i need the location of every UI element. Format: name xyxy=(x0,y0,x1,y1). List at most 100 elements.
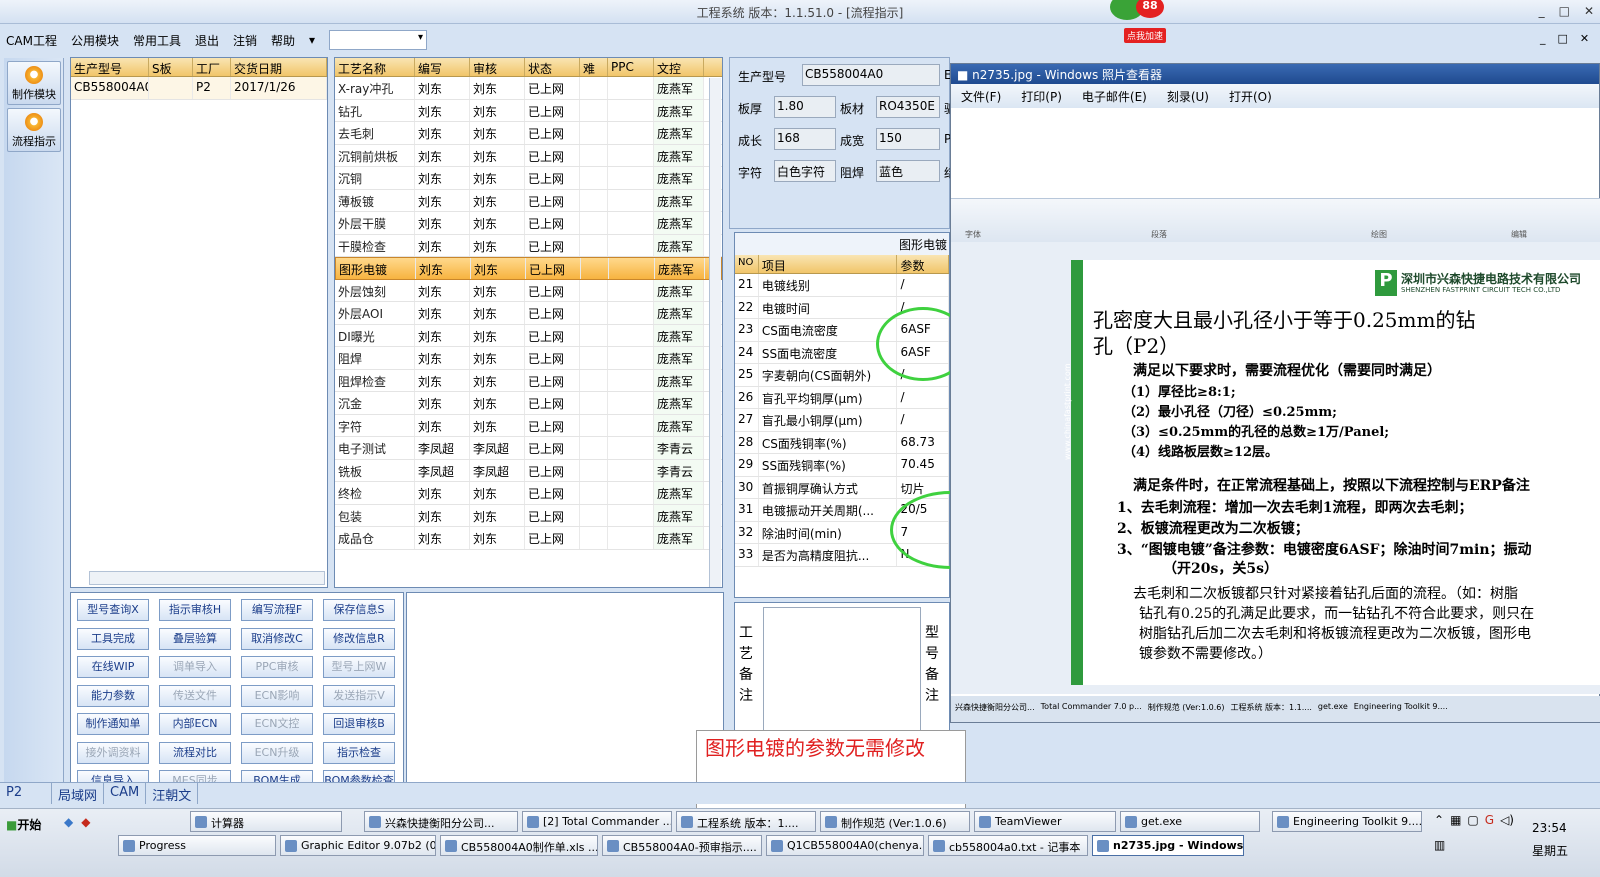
action-button[interactable]: 发送指示V xyxy=(323,684,395,707)
module-flow-button[interactable]: ● 流程指示 xyxy=(7,108,61,152)
module-make-button[interactable]: ● 制作模块 xyxy=(7,61,61,105)
tray-icon[interactable]: ⌃ xyxy=(1434,813,1444,832)
table-row[interactable]: 沉铜 刘东 刘东 已上网 庞燕军 xyxy=(335,167,722,190)
clock-time[interactable]: 23:54 xyxy=(1532,821,1567,835)
minimize-button[interactable]: _ xyxy=(1539,4,1545,18)
col-header[interactable]: 编写 xyxy=(415,58,470,76)
taskbar-button[interactable]: CB558004A0制作单.xls ... xyxy=(440,835,598,856)
taskbar-button[interactable]: TeamViewer xyxy=(974,811,1116,832)
taskbar-button[interactable]: n2735.jpg - Windows ... xyxy=(1092,835,1244,856)
col-header[interactable]: 项目 xyxy=(759,255,898,273)
action-button[interactable]: 调单导入 xyxy=(159,656,231,678)
thickness-field[interactable]: 1.80 xyxy=(774,96,836,118)
col-header[interactable]: NO xyxy=(735,255,759,273)
col-header[interactable]: 参数 xyxy=(897,255,949,273)
table-row[interactable]: 字符 刘东 刘东 已上网 庞燕军 xyxy=(335,414,722,437)
table-row[interactable]: 钻孔 刘东 刘东 已上网 庞燕军 xyxy=(335,99,722,122)
table-row[interactable]: 外层蚀刻 刘东 刘东 已上网 庞燕军 xyxy=(335,279,722,302)
action-button[interactable]: ECN影响 xyxy=(241,684,313,707)
menu-item[interactable]: CAM工程 xyxy=(6,32,57,49)
width-field[interactable]: 150 xyxy=(876,128,940,150)
table-row[interactable]: 沉金 刘东 刘东 已上网 庞燕军 xyxy=(335,392,722,415)
table-row[interactable]: 外层干膜 刘东 刘东 已上网 庞燕军 xyxy=(335,212,722,235)
action-button[interactable]: 能力参数 xyxy=(77,684,149,707)
table-row[interactable]: 薄板镀 刘东 刘东 已上网 庞燕军 xyxy=(335,189,722,212)
taskbar-button[interactable]: Q1CB558004A0(chenya... xyxy=(766,835,924,856)
taskbar-button[interactable]: 制作规范 (Ver:1.0.6) xyxy=(820,811,970,832)
col-header[interactable]: 工艺名称 xyxy=(335,58,415,76)
viewer-menu-item[interactable]: 打开(O) xyxy=(1229,88,1272,104)
table-row[interactable]: 终检 刘东 刘东 已上网 庞燕军 xyxy=(335,482,722,505)
action-button[interactable]: PPC审核 xyxy=(241,656,313,678)
col-header[interactable]: 生产型号 xyxy=(71,58,149,76)
action-button[interactable]: 取消修改C xyxy=(241,627,313,650)
taskbar-button[interactable]: cb558004a0.txt - 记事本 xyxy=(928,835,1088,856)
table-row[interactable]: 30 首振铜厚确认方式 切片 xyxy=(735,476,949,499)
action-button[interactable]: 指示审核H xyxy=(159,599,231,621)
taskbar-button[interactable]: 工程系统 版本：1.... xyxy=(676,811,816,832)
action-button[interactable]: ECN文控 xyxy=(241,713,313,735)
action-button[interactable]: 传送文件 xyxy=(159,684,231,707)
table-row[interactable]: 阻焊 刘东 刘东 已上网 庞燕军 xyxy=(335,347,722,370)
table-row[interactable]: 图形电镀 刘东 刘东 已上网 庞燕军 xyxy=(335,257,722,280)
taskbar-button[interactable]: CB558004A0-预审指示.... xyxy=(602,835,762,856)
table-row[interactable]: X-ray冲孔 刘东 刘东 已上网 庞燕军 xyxy=(335,77,722,100)
col-header[interactable]: 文控 xyxy=(654,58,704,76)
mdi-close-button[interactable]: ✕ xyxy=(1580,32,1589,45)
pdf-icon[interactable]: ◆ xyxy=(81,815,90,835)
table-row[interactable]: 26 盲孔平均铜厚(μm) / xyxy=(735,386,949,409)
app-icon[interactable]: ◆ xyxy=(64,815,73,835)
factory-selector[interactable]: P2 xyxy=(0,783,52,804)
viewer-menu-item[interactable]: 打印(P) xyxy=(1021,88,1062,104)
taskbar-button[interactable]: 兴森快捷衡阳分公司... xyxy=(364,811,518,832)
action-button[interactable]: 工具完成 xyxy=(77,627,149,650)
table-row[interactable]: 铣板 李凤超 李凤超 已上网 李青云 xyxy=(335,459,722,482)
col-header[interactable]: 审核 xyxy=(470,58,525,76)
chevron-down-icon[interactable]: ▾ xyxy=(309,33,315,47)
col-header[interactable]: 工厂 xyxy=(193,58,231,76)
table-row[interactable]: 电子测试 李凤超 李凤超 已上网 李青云 xyxy=(335,437,722,460)
action-button[interactable]: 保存信息S xyxy=(323,599,395,621)
menu-item[interactable]: 注销 xyxy=(233,32,257,49)
vertical-scrollbar[interactable] xyxy=(709,78,721,587)
action-button[interactable]: 制作通知单 xyxy=(77,713,149,735)
soldermask-field[interactable]: 蓝色 xyxy=(876,160,940,182)
toolbar-combo[interactable] xyxy=(329,30,428,50)
tray-icon[interactable]: ▢ xyxy=(1467,813,1478,832)
action-button[interactable]: 型号查询X xyxy=(77,599,149,621)
length-field[interactable]: 168 xyxy=(774,128,836,150)
action-button[interactable]: 接外调资料 xyxy=(77,741,149,764)
action-button[interactable]: 叠层验算 xyxy=(159,627,231,650)
close-button[interactable]: ✕ xyxy=(1584,4,1594,18)
maximize-button[interactable]: □ xyxy=(1559,4,1570,18)
table-row[interactable]: 干膜检查 刘东 刘东 已上网 庞燕军 xyxy=(335,234,722,257)
menu-item[interactable]: 常用工具 xyxy=(133,32,181,49)
col-header[interactable]: S板 xyxy=(149,58,193,76)
table-row[interactable]: 21 电镀线别 / xyxy=(735,274,949,297)
menu-item[interactable]: 帮助 xyxy=(271,32,295,49)
taskbar-button[interactable]: get.exe xyxy=(1120,811,1260,832)
menu-item[interactable]: 公用模块 xyxy=(71,32,119,49)
col-header[interactable]: PPC xyxy=(608,58,654,76)
mdi-minimize-button[interactable]: _ xyxy=(1540,32,1546,45)
action-button[interactable]: ECN升级 xyxy=(241,741,313,764)
col-header[interactable]: 状态 xyxy=(525,58,580,76)
table-row[interactable]: 去毛刺 刘东 刘东 已上网 庞燕军 xyxy=(335,122,722,145)
taskbar-button[interactable]: Graphic Editor 9.07b2 (0... xyxy=(280,835,436,856)
viewer-menu-item[interactable]: 文件(F) xyxy=(961,88,1001,104)
action-button[interactable]: 修改信息R xyxy=(323,627,395,650)
taskbar-button[interactable]: Engineering Toolkit 9.... xyxy=(1272,811,1422,832)
tray-icon[interactable]: ▦ xyxy=(1450,813,1461,832)
table-row[interactable]: 成品仓 刘东 刘东 已上网 庞燕军 xyxy=(335,527,722,550)
viewer-menu-item[interactable]: 电子邮件(E) xyxy=(1082,88,1147,104)
table-row[interactable]: 外层AOI 刘东 刘东 已上网 庞燕军 xyxy=(335,302,722,325)
table-row[interactable]: CB558004A0 P2 2017/1/26 xyxy=(71,77,327,100)
col-header[interactable]: 交货日期 xyxy=(231,58,327,76)
table-row[interactable]: 包装 刘东 刘东 已上网 庞燕军 xyxy=(335,504,722,527)
action-button[interactable]: 内部ECN xyxy=(159,713,231,735)
action-button[interactable]: 在线WIP xyxy=(77,656,149,678)
taskbar-button[interactable]: 计算器 xyxy=(190,811,342,832)
table-row[interactable]: DI曝光 刘东 刘东 已上网 庞燕军 xyxy=(335,324,722,347)
volume-icon[interactable]: ◁) xyxy=(1500,813,1514,832)
start-button[interactable]: ■开始 xyxy=(2,813,52,835)
